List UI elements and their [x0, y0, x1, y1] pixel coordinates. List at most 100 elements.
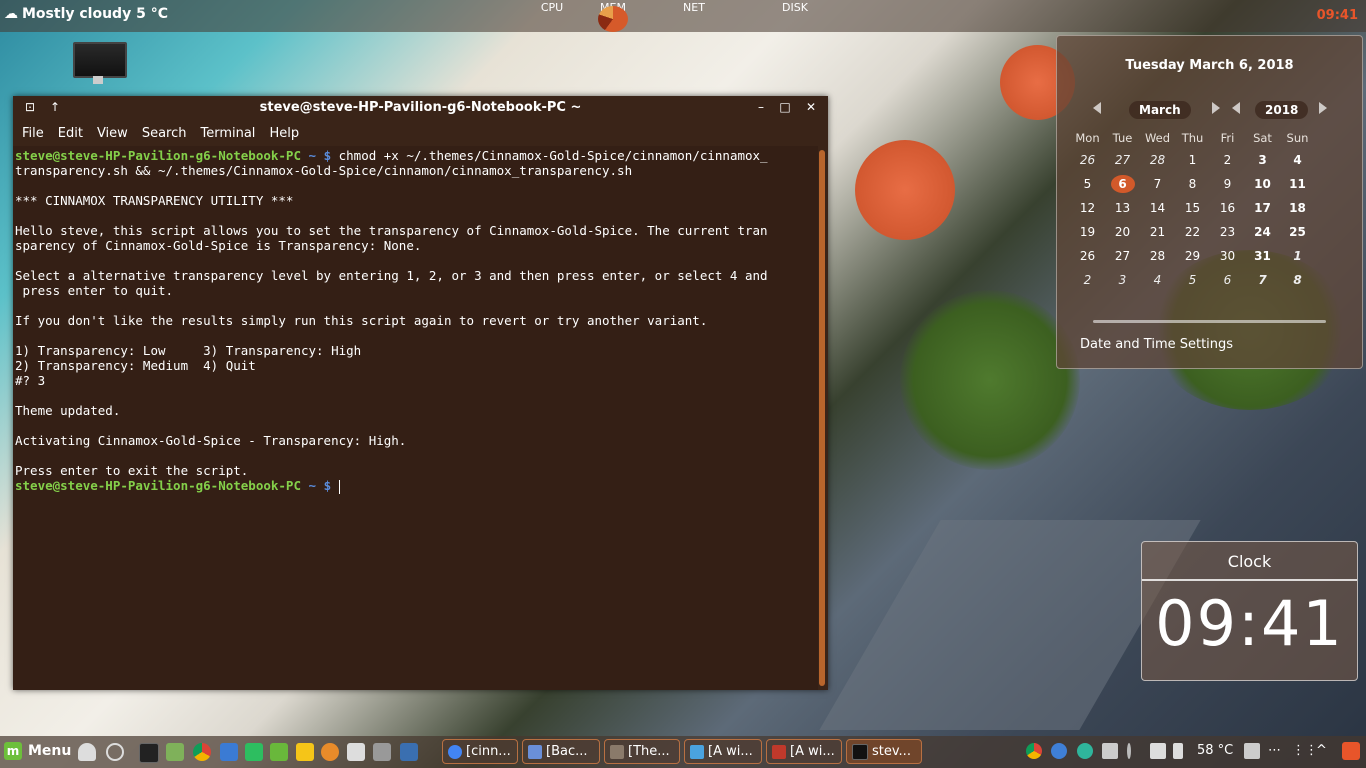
vivaldi-icon[interactable] — [373, 743, 391, 761]
calendar-day[interactable]: 6 — [1110, 175, 1135, 193]
calendar-day[interactable]: 7 — [1140, 175, 1175, 193]
titlebar[interactable]: ⊡ ↑ steve@steve-HP-Pavilion-g6-Notebook-… — [13, 96, 828, 120]
chrome-icon[interactable] — [193, 743, 211, 761]
calendar-day[interactable]: 16 — [1210, 199, 1245, 217]
next-year-arrow-icon[interactable] — [1319, 102, 1327, 114]
files-icon[interactable] — [166, 743, 184, 761]
task-writer-2[interactable]: [A wi... — [766, 739, 842, 764]
calendar-day[interactable]: 13 — [1105, 199, 1140, 217]
evernote-icon[interactable] — [245, 743, 263, 761]
battery-icon[interactable] — [1173, 743, 1183, 759]
calendar-day[interactable]: 11 — [1280, 175, 1315, 193]
calendar-day[interactable]: 28 — [1140, 151, 1175, 169]
clock-tray-icon[interactable] — [1342, 742, 1360, 760]
calendar-day[interactable]: 17 — [1245, 199, 1280, 217]
net-monitor[interactable]: NET — [644, 0, 744, 32]
tool-icon[interactable] — [270, 743, 288, 761]
calendar-day[interactable]: 5 — [1175, 271, 1210, 289]
calendar-day[interactable]: 24 — [1245, 223, 1280, 241]
calendar-day[interactable]: 3 — [1105, 271, 1140, 289]
date-time-settings-link[interactable]: Date and Time Settings — [1080, 337, 1233, 352]
chrome-tray-icon[interactable] — [1026, 743, 1042, 759]
task-background[interactable]: [Bac... — [522, 739, 600, 764]
calendar-day[interactable]: 20 — [1105, 223, 1140, 241]
calendar-day[interactable]: 12 — [1070, 199, 1105, 217]
task-writer-1[interactable]: [A wi... — [684, 739, 762, 764]
next-month-arrow-icon[interactable] — [1212, 102, 1220, 114]
calendar-day[interactable]: 3 — [1245, 151, 1280, 169]
calendar-day[interactable]: 26 — [1070, 247, 1105, 265]
user-icon[interactable] — [78, 743, 96, 761]
hexchat-icon[interactable] — [321, 743, 339, 761]
calendar-day[interactable]: 18 — [1280, 199, 1315, 217]
calendar-day[interactable]: 26 — [1070, 151, 1105, 169]
chevron-up-icon[interactable]: ^ — [1316, 743, 1327, 758]
menu-help[interactable]: Help — [269, 126, 299, 141]
disk-monitor[interactable]: DISK — [745, 0, 845, 32]
top-clock[interactable]: 09:41 — [1317, 8, 1358, 23]
task-themes[interactable]: [The... — [604, 739, 680, 764]
maximize-button[interactable]: □ — [778, 100, 792, 114]
calendar-day[interactable]: 5 — [1070, 175, 1105, 193]
calendar-day[interactable]: 22 — [1175, 223, 1210, 241]
prev-month-arrow-icon[interactable] — [1093, 102, 1101, 114]
mail-icon[interactable] — [220, 743, 238, 761]
calendar-day[interactable]: 27 — [1105, 247, 1140, 265]
calendar-day[interactable]: 9 — [1210, 175, 1245, 193]
calendar-day[interactable]: 15 — [1175, 199, 1210, 217]
calendar-day[interactable]: 27 — [1105, 151, 1140, 169]
close-button[interactable]: ✕ — [804, 100, 818, 114]
calendar-day[interactable]: 6 — [1210, 271, 1245, 289]
calendar-date-header[interactable]: Tuesday March 6, 2018 — [1057, 58, 1362, 73]
calendar-day[interactable]: 29 — [1175, 247, 1210, 265]
screenshot-icon[interactable] — [400, 743, 418, 761]
emoji-icon[interactable] — [296, 743, 314, 761]
menu-button[interactable]: m Menu — [4, 742, 71, 760]
menu-view[interactable]: View — [97, 126, 128, 141]
network-globe-icon[interactable] — [1051, 743, 1067, 759]
calendar-day[interactable]: 1 — [1280, 247, 1315, 265]
calendar-day[interactable]: 1 — [1175, 151, 1210, 169]
calendar-day[interactable]: 4 — [1280, 151, 1315, 169]
clock-desklet[interactable]: Clock 09:41 — [1141, 541, 1358, 681]
terminal-scrollbar[interactable] — [819, 150, 825, 686]
minimize-button[interactable]: – — [754, 100, 768, 114]
calendar-day[interactable]: 8 — [1175, 175, 1210, 193]
grid-icon[interactable]: ⋮⋮ — [1292, 743, 1318, 758]
volume-icon[interactable] — [1150, 743, 1166, 759]
calendar-day[interactable]: 2 — [1210, 151, 1245, 169]
weather-applet[interactable]: ☁ Mostly cloudy 5 °C — [4, 6, 168, 22]
calendar-day[interactable]: 23 — [1210, 223, 1245, 241]
timeshift-icon[interactable] — [106, 743, 124, 761]
menu-file[interactable]: File — [22, 126, 44, 141]
temperature-text[interactable]: 58 °C — [1197, 743, 1233, 758]
terminal-content[interactable]: steve@steve-HP-Pavilion-g6-Notebook-PC ~… — [13, 146, 818, 690]
calendar-day[interactable]: 25 — [1280, 223, 1315, 241]
menu-terminal[interactable]: Terminal — [200, 126, 255, 141]
calendar-day[interactable]: 14 — [1140, 199, 1175, 217]
keyboard-icon[interactable] — [1102, 743, 1118, 759]
prev-year-arrow-icon[interactable] — [1232, 102, 1240, 114]
calendar-day[interactable]: 21 — [1140, 223, 1175, 241]
display-icon[interactable] — [1244, 743, 1260, 759]
pen-icon[interactable] — [1127, 743, 1131, 759]
menu-edit[interactable]: Edit — [58, 126, 83, 141]
calendar-day[interactable]: 8 — [1280, 271, 1315, 289]
update-icon[interactable] — [1077, 743, 1093, 759]
computer-desktop-icon[interactable] — [73, 42, 127, 78]
calendar-day[interactable]: 2 — [1070, 271, 1105, 289]
calendar-day[interactable]: 28 — [1140, 247, 1175, 265]
menu-search[interactable]: Search — [142, 126, 187, 141]
calendar-day[interactable]: 19 — [1070, 223, 1105, 241]
task-terminal[interactable]: stev... — [846, 739, 922, 764]
calendar-day[interactable]: 31 — [1245, 247, 1280, 265]
calendar-day[interactable]: 4 — [1140, 271, 1175, 289]
inkscape-icon[interactable] — [347, 743, 365, 761]
calendar-day[interactable]: 10 — [1245, 175, 1280, 193]
task-chrome[interactable]: [cinn... — [442, 739, 518, 764]
calendar-day[interactable]: 7 — [1245, 271, 1280, 289]
more-icon[interactable]: ⋯ — [1268, 743, 1281, 758]
calendar-day[interactable]: 30 — [1210, 247, 1245, 265]
terminal-window[interactable]: ⊡ ↑ steve@steve-HP-Pavilion-g6-Notebook-… — [13, 96, 828, 690]
terminal-launcher-icon[interactable] — [139, 743, 159, 763]
